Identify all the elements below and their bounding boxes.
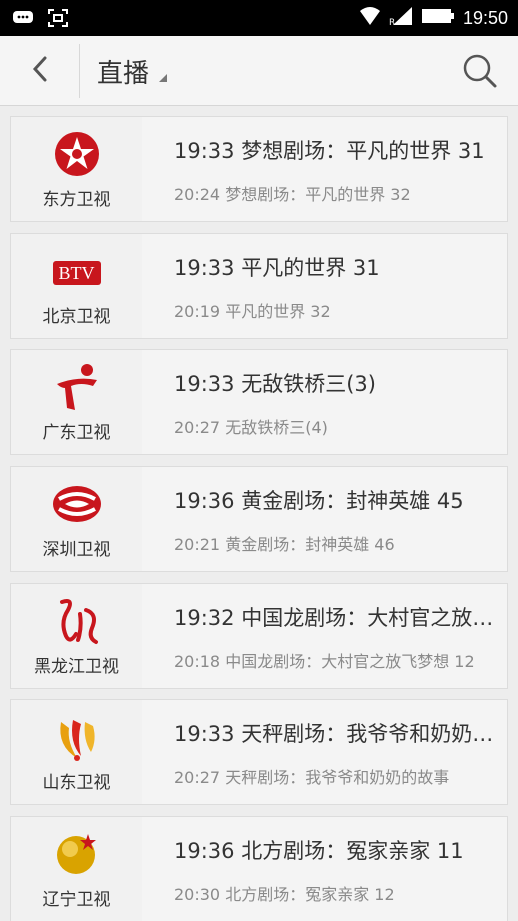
current-program: 19:33 平凡的世界 31 xyxy=(174,255,380,280)
lntv-logo-icon xyxy=(54,831,100,881)
current-program: 19:32 中国龙剧场：大村官之放飞梦想 11 xyxy=(174,605,499,630)
next-program: 20:27 无敌铁桥三(4) xyxy=(174,418,328,438)
channel-name: 辽宁卫视 xyxy=(42,890,111,911)
sdtv-logo-icon xyxy=(53,712,101,766)
program-info: 19:33 天秤剧场：我爷爷和奶奶的故事 20:27 天秤剧场：我爷爷和奶奶的故… xyxy=(142,700,507,805)
search-icon xyxy=(460,54,500,95)
btv-logo-icon: BTV xyxy=(52,260,101,285)
chevron-left-icon xyxy=(30,54,50,88)
battery-icon xyxy=(421,8,455,28)
channel-list: 东方卫视 19:33 梦想剧场：平凡的世界 31 20:24 梦想剧场：平凡的世… xyxy=(10,116,508,921)
channel-logo-box: 山东卫视 xyxy=(11,700,142,805)
status-bar: R 19:50 xyxy=(0,0,518,36)
channel-card-shandong[interactable]: 山东卫视 19:33 天秤剧场：我爷爷和奶奶的故事 20:27 天秤剧场：我爷爷… xyxy=(10,699,508,806)
channel-logo-box: 东方卫视 xyxy=(11,117,142,221)
channel-logo-box: BTV 北京卫视 xyxy=(11,233,142,338)
next-program: 20:24 梦想剧场：平凡的世界 32 xyxy=(174,185,411,204)
channel-card-dongfang[interactable]: 东方卫视 19:33 梦想剧场：平凡的世界 31 20:24 梦想剧场：平凡的世… xyxy=(10,116,508,222)
wifi-icon xyxy=(359,6,381,30)
channel-card-guangdong[interactable]: 广东卫视 19:33 无敌铁桥三(3) 20:27 无敌铁桥三(4) xyxy=(10,349,508,456)
program-info: 19:36 北方剧场：冤家亲家 11 20:30 北方剧场：冤家亲家 12 xyxy=(142,817,507,921)
program-info: 19:36 黄金剧场：封神英雄 45 20:21 黄金剧场：封神英雄 46 xyxy=(142,467,507,572)
message-icon xyxy=(12,10,34,30)
current-program: 19:33 无敌铁桥三(3) xyxy=(174,372,376,397)
next-program: 20:21 黄金剧场：封神英雄 46 xyxy=(174,535,395,555)
channel-name: 广东卫视 xyxy=(42,423,111,444)
channel-card-liaoning[interactable]: 辽宁卫视 19:36 北方剧场：冤家亲家 11 20:30 北方剧场：冤家亲家 … xyxy=(10,816,508,921)
dragon-tv-logo-icon xyxy=(54,131,100,181)
program-info: 19:33 无敌铁桥三(3) 20:27 无敌铁桥三(4) xyxy=(142,350,507,455)
channel-name: 山东卫视 xyxy=(42,773,111,794)
hljtv-logo-icon xyxy=(52,596,102,650)
current-program: 19:36 黄金剧场：封神英雄 45 xyxy=(174,489,464,514)
title-dropdown[interactable]: 直播 xyxy=(97,36,168,106)
svg-text:R: R xyxy=(389,18,395,26)
channel-name: 东方卫视 xyxy=(42,190,111,210)
channel-card-beijing[interactable]: BTV 北京卫视 19:33 平凡的世界 31 20:19 平凡的世界 32 xyxy=(10,232,508,339)
page-title: 直播 xyxy=(97,58,150,89)
current-program: 19:33 梦想剧场：平凡的世界 31 xyxy=(174,139,485,163)
next-program: 20:30 北方剧场：冤家亲家 12 xyxy=(174,885,395,905)
channel-card-shenzhen[interactable]: 深圳卫视 19:36 黄金剧场：封神英雄 45 20:21 黄金剧场：封神英雄 … xyxy=(10,466,508,573)
app-bar: 直播 xyxy=(0,36,518,106)
gdtv-logo-icon xyxy=(53,362,101,416)
channel-name: 黑龙江卫视 xyxy=(34,656,119,677)
sztv-logo-icon xyxy=(51,483,103,529)
channel-card-heilongjiang[interactable]: 黑龙江卫视 19:32 中国龙剧场：大村官之放飞梦想 11 20:18 中国龙剧… xyxy=(10,582,508,689)
channel-name: 深圳卫视 xyxy=(42,540,111,561)
channel-logo-box: 黑龙江卫视 xyxy=(11,583,142,688)
program-info: 19:33 平凡的世界 31 20:19 平凡的世界 32 xyxy=(142,233,507,338)
program-info: 19:32 中国龙剧场：大村官之放飞梦想 11 20:18 中国龙剧场：大村官之… xyxy=(142,583,507,688)
next-program: 20:18 中国龙剧场：大村官之放飞梦想 12 xyxy=(174,651,475,671)
current-program: 19:36 北方剧场：冤家亲家 11 xyxy=(174,839,464,864)
channel-logo-box: 深圳卫视 xyxy=(11,467,142,572)
screenshot-icon xyxy=(48,9,68,31)
signal-icon: R xyxy=(389,6,413,30)
channel-logo-box: 广东卫视 xyxy=(11,350,142,455)
next-program: 20:27 天秤剧场：我爷爷和奶奶的故事 xyxy=(174,768,450,788)
back-button[interactable] xyxy=(0,36,80,106)
appbar-divider xyxy=(79,44,80,98)
dropdown-caret-icon xyxy=(159,74,168,82)
current-program: 19:33 天秤剧场：我爷爷和奶奶的故事 xyxy=(174,722,499,747)
program-info: 19:33 梦想剧场：平凡的世界 31 20:24 梦想剧场：平凡的世界 32 xyxy=(142,117,507,221)
next-program: 20:19 平凡的世界 32 xyxy=(174,301,331,321)
channel-logo-box: 辽宁卫视 xyxy=(11,817,142,921)
clock: 19:50 xyxy=(462,7,508,28)
channel-name: 北京卫视 xyxy=(42,306,111,327)
search-button[interactable] xyxy=(460,51,500,91)
